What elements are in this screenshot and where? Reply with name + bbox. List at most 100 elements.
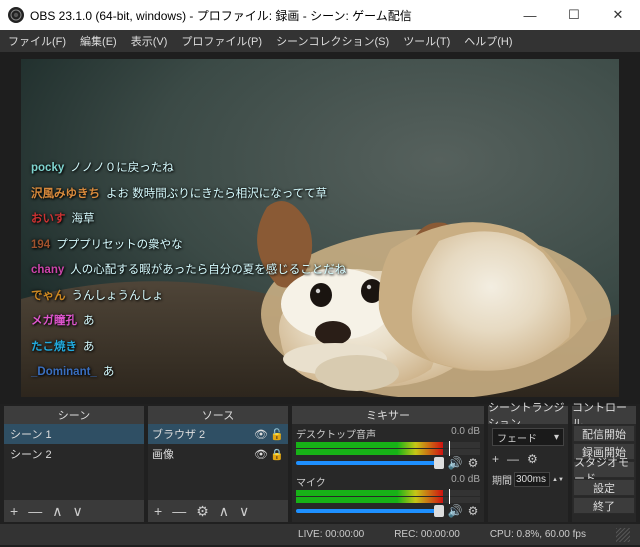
source-item[interactable]: 画像 👁🔒: [148, 444, 288, 464]
chat-row: 沢風みゆきちよお 数時間ぶりにきたら相沢になってて草: [31, 189, 346, 201]
transition-select[interactable]: フェード ▾: [492, 428, 564, 446]
transitions-panel: シーントランジション フェード ▾ + — ⚙ 期間 ▲▼: [488, 406, 568, 522]
source-down-button[interactable]: ∨: [239, 503, 249, 520]
mixer-desktop-label: デスクトップ音声: [296, 430, 376, 441]
chat-message: あ: [83, 316, 95, 328]
preview-canvas[interactable]: pockyノノノ０に戻ったね沢風みゆきちよお 数時間ぶりにきたら相沢になってて草…: [21, 59, 619, 397]
mixer-desktop-db: 0.0 dB: [451, 426, 480, 437]
chat-message: うんしょうんしょ: [72, 291, 164, 303]
chat-username: たこ焼き: [31, 342, 77, 354]
chat-message: プププリセットの衆やな: [56, 240, 183, 252]
status-rec: REC: 00:00:00: [394, 529, 460, 540]
mixer-header: ミキサー: [292, 406, 484, 424]
speaker-icon[interactable]: 🔊: [448, 504, 462, 518]
mixer-body: デスクトップ音声 0.0 dB 🔊 ⚙ マイク 0.0 dB 🔊 ⚙: [292, 424, 484, 522]
chat-row: pockyノノノ０に戻ったね: [31, 163, 346, 175]
remove-scene-button[interactable]: —: [28, 503, 42, 519]
chat-message: よお 数時間ぶりにきたら相沢になってて草: [106, 189, 327, 201]
lock-icon[interactable]: 🔓: [270, 427, 284, 441]
chat-message: 海草: [72, 214, 95, 226]
status-cpu: CPU: 0.8%, 60.00 fps: [490, 529, 586, 540]
gear-icon[interactable]: ⚙: [466, 456, 480, 470]
scenes-list[interactable]: シーン 1シーン 2: [4, 424, 144, 500]
add-transition-button[interactable]: +: [492, 452, 499, 466]
add-scene-button[interactable]: +: [10, 503, 18, 519]
statusbar: LIVE: 00:00:00 REC: 00:00:00 CPU: 0.8%, …: [0, 524, 640, 545]
source-up-button[interactable]: ∧: [219, 503, 229, 520]
menu-help[interactable]: ヘルプ(H): [464, 33, 512, 49]
menu-scenecollection[interactable]: シーンコレクション(S): [276, 33, 389, 49]
sources-panel: ソース ブラウザ 2👁🔓画像👁🔒 + — ⚙ ∧ ∨: [148, 406, 288, 522]
chat-username: おいす: [31, 214, 66, 226]
add-source-button[interactable]: +: [154, 503, 162, 519]
transition-selected: フェード: [497, 430, 537, 445]
exit-button[interactable]: 終了: [573, 497, 635, 514]
chevron-down-icon: ▾: [554, 432, 559, 443]
studio-mode-button[interactable]: スタジオモード: [573, 461, 635, 478]
menu-file[interactable]: ファイル(F): [8, 33, 66, 49]
scenes-panel: シーン シーン 1シーン 2 + — ∧ ∨: [4, 406, 144, 522]
close-button[interactable]: ✕: [596, 0, 640, 30]
chat-overlay: pockyノノノ０に戻ったね沢風みゆきちよお 数時間ぶりにきたら相沢になってて草…: [31, 163, 346, 393]
mixer-mic-label: マイク: [296, 478, 326, 489]
scene-up-button[interactable]: ∧: [52, 503, 62, 520]
chat-username: _Dominant_: [31, 367, 97, 379]
chat-username: メガ瞳孔: [31, 316, 77, 328]
remove-transition-button[interactable]: —: [507, 452, 519, 466]
scene-item[interactable]: シーン 2: [4, 444, 144, 464]
visibility-icon[interactable]: 👁: [254, 427, 268, 441]
chat-message: あ: [83, 342, 95, 354]
chat-username: chany: [31, 265, 64, 277]
mixer-desktop-meter: [296, 449, 480, 455]
menu-view[interactable]: 表示(V): [131, 33, 168, 49]
resize-grip[interactable]: [616, 528, 630, 542]
controls-header: コントロール: [572, 406, 636, 424]
transition-settings-icon[interactable]: ⚙: [527, 452, 538, 466]
chat-row: メガ瞳孔あ: [31, 316, 346, 328]
gear-icon[interactable]: ⚙: [466, 504, 480, 518]
menubar: ファイル(F) 編集(E) 表示(V) プロファイル(P) シーンコレクション(…: [0, 30, 640, 52]
menu-tools[interactable]: ツール(T): [403, 33, 450, 49]
transitions-header: シーントランジション: [488, 406, 568, 424]
start-streaming-button[interactable]: 配信開始: [573, 425, 635, 442]
chat-row: でゃんうんしょうんしょ: [31, 291, 346, 303]
scene-down-button[interactable]: ∨: [72, 503, 82, 520]
speaker-icon[interactable]: 🔊: [448, 456, 462, 470]
app-logo: [8, 7, 24, 23]
mixer-desktop-slider[interactable]: [296, 461, 444, 465]
mixer-panel: ミキサー デスクトップ音声 0.0 dB 🔊 ⚙ マイク 0.0 dB 🔊: [292, 406, 484, 522]
chat-message: 人の心配する暇があったら自分の夏を感じることだね: [70, 265, 346, 277]
chat-row: 194プププリセットの衆やな: [31, 240, 346, 252]
settings-button[interactable]: 設定: [573, 479, 635, 496]
source-label: ブラウザ 2: [152, 426, 205, 442]
source-label: 画像: [152, 446, 174, 462]
maximize-button[interactable]: ☐: [552, 0, 596, 30]
menu-edit[interactable]: 編集(E): [80, 33, 117, 49]
chat-row: たこ焼きあ: [31, 342, 346, 354]
source-item[interactable]: ブラウザ 2 👁🔓: [148, 424, 288, 444]
menu-profile[interactable]: プロファイル(P): [181, 33, 262, 49]
mixer-mic-meter: [296, 490, 480, 496]
scenes-header: シーン: [4, 406, 144, 424]
chat-username: 沢風みゆきち: [31, 189, 100, 201]
lock-icon[interactable]: 🔒: [270, 447, 284, 461]
duration-input[interactable]: [514, 472, 550, 487]
chat-message: ノノノ０に戻ったね: [70, 163, 174, 175]
source-settings-icon[interactable]: ⚙: [196, 503, 209, 520]
chat-username: でゃん: [31, 291, 66, 303]
scene-item[interactable]: シーン 1: [4, 424, 144, 444]
docks: シーン シーン 1シーン 2 + — ∧ ∨ ソース ブラウザ 2👁🔓画像👁🔒 …: [0, 404, 640, 524]
transitions-body: フェード ▾ + — ⚙ 期間 ▲▼: [488, 424, 568, 522]
mixer-mic-slider[interactable]: [296, 509, 444, 513]
chat-row: _Dominant_あ: [31, 367, 346, 379]
controls-panel: コントロール 配信開始 録画開始 スタジオモード 設定 終了: [572, 406, 636, 522]
minimize-button[interactable]: —: [508, 0, 552, 30]
sources-list[interactable]: ブラウザ 2 👁🔓 画像 👁🔒: [148, 424, 288, 500]
status-live: LIVE: 00:00:00: [298, 529, 364, 540]
mixer-mic-meter: [296, 497, 480, 503]
controls-body: 配信開始 録画開始 スタジオモード 設定 終了: [572, 424, 636, 522]
chat-row: chany 人の心配する暇があったら自分の夏を感じることだね: [31, 265, 346, 277]
remove-source-button[interactable]: —: [172, 503, 186, 519]
spinner-icons[interactable]: ▲▼: [552, 477, 564, 483]
visibility-icon[interactable]: 👁: [254, 447, 268, 461]
